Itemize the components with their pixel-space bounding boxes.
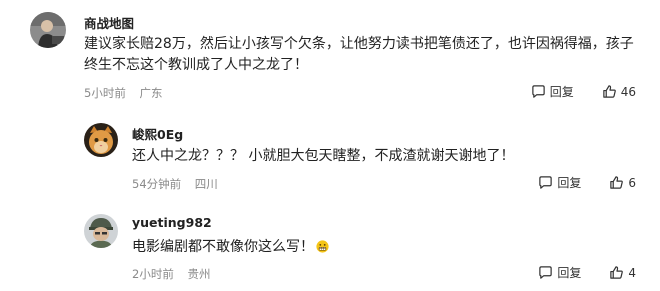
comment-actions: 回复 46 [531,83,636,100]
like-button[interactable]: 6 [609,175,636,190]
like-button[interactable]: 4 [609,265,636,280]
comment-actions: 回复 4 [538,264,636,281]
avatar[interactable] [84,214,118,248]
comment-location: 广东 [139,86,163,100]
reply-button[interactable]: 回复 [531,83,574,100]
avatar[interactable] [30,12,66,48]
reply-item: 峻熙0Eg 还人中之龙？？？ 小就胆大包天瞎整，不成渣就谢天谢地了！ 54分钟前… [0,110,660,198]
reply-button[interactable]: 回复 [538,264,581,281]
avatar-image [84,214,118,248]
comment-time: 5小时前 [84,86,126,100]
reply-label: 回复 [549,85,574,99]
comment-time: 54分钟前 [132,177,182,191]
comment-actions: 回复 6 [538,174,636,191]
comment-time: 2小时前 [132,267,174,281]
comment-username[interactable]: yueting982 [132,215,212,230]
comment-meta: 54分钟前 四川 [132,176,218,192]
thumbs-up-icon [610,176,624,189]
avatar-image [30,12,66,48]
avatar[interactable] [84,123,118,157]
like-count: 46 [620,84,636,99]
comment-text: 电影编剧都不敢像你这么写！ [132,239,314,255]
comment-text: 还人中之龙？？？ 小就胆大包天瞎整，不成渣就谢天谢地了！ [132,148,515,164]
comment-meta: 2小时前 贵州 [132,266,210,282]
comment-location: 四川 [194,177,218,191]
like-button[interactable]: 46 [602,84,636,99]
grimacing-face-emoji [316,240,329,253]
like-count: 4 [628,265,636,280]
comment-text: 建议家长赔28万，然后让小孩写个欠条，让他努力读书把笔债还了，也许因祸得福，孩子… [84,36,634,73]
comment-location: 贵州 [187,267,211,281]
comment-text-row: 电影编剧都不敢像你这么写！ [132,237,632,258]
reply-bubble-icon [539,266,553,279]
reply-bubble-icon [539,176,553,189]
reply-button[interactable]: 回复 [538,174,581,191]
reply-bubble-icon [531,85,545,98]
thumbs-up-icon [602,85,616,98]
avatar-image [84,123,118,157]
like-count: 6 [628,175,636,190]
comment-username[interactable]: 商战地图 [84,13,134,32]
comment-item: 商战地图 建议家长赔28万，然后让小孩写个欠条，让他努力读书把笔债还了，也许因祸… [0,0,660,110]
comment-username[interactable]: 峻熙0Eg [132,124,183,143]
reply-label: 回复 [557,266,582,280]
reply-label: 回复 [557,176,582,190]
reply-item: yueting982 电影编剧都不敢像你这么写！ 2小时前 贵州 回复 4 [0,198,660,291]
comment-meta: 5小时前 广东 [84,85,162,101]
thumbs-up-icon [610,266,624,279]
